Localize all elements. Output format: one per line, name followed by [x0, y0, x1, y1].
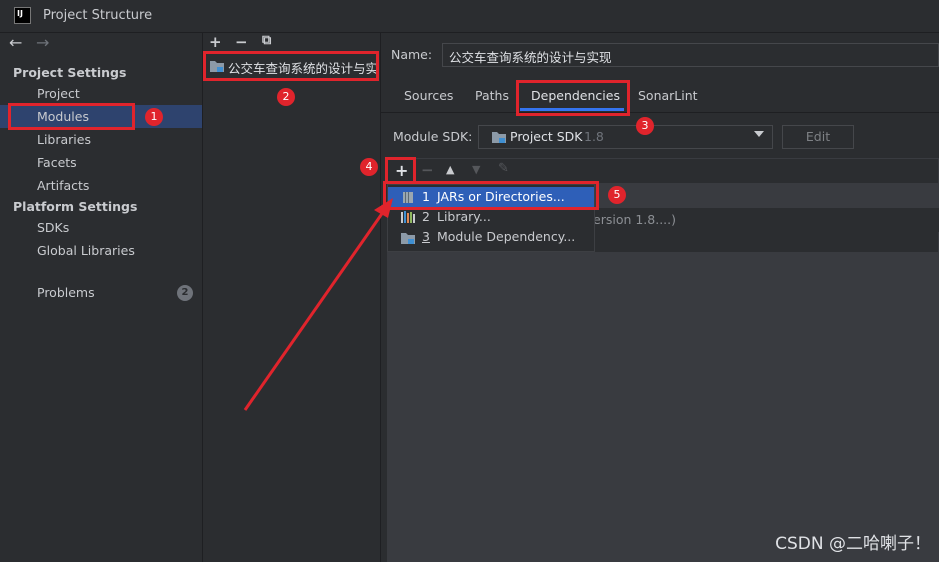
annotation-arrow	[243, 198, 393, 411]
watermark: CSDN @二哈喇子！	[775, 534, 931, 554]
